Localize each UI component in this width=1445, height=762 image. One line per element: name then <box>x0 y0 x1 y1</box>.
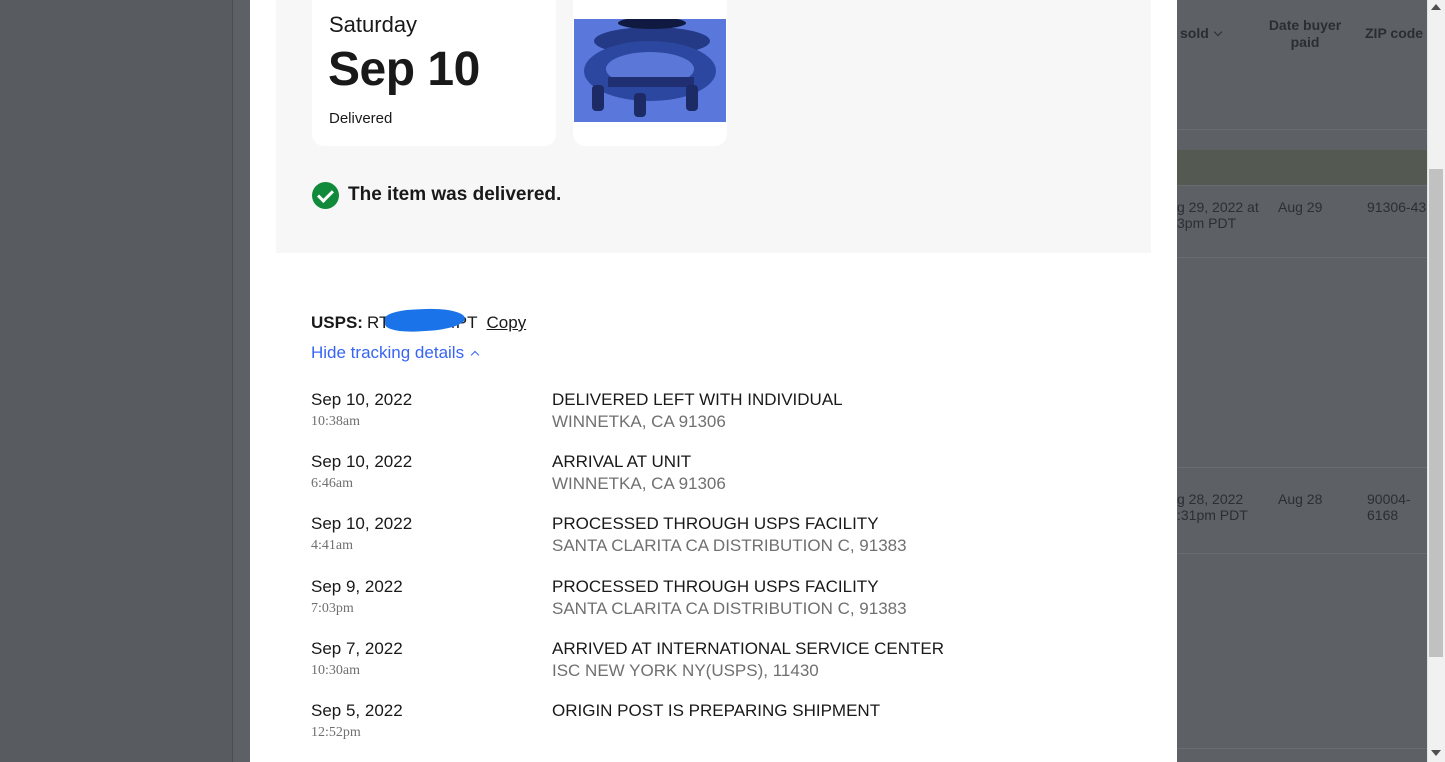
cell-date-sold: g 29, 2022 at <box>1177 199 1259 215</box>
event-status: PROCESSED THROUGH USPS FACILITY <box>552 577 879 596</box>
hide-tracking-details-label: Hide tracking details <box>311 343 465 362</box>
event-date: Sep 10, 2022 <box>311 390 413 409</box>
event-date: Sep 10, 2022 <box>311 514 413 533</box>
carrier-label: USPS: <box>311 313 363 332</box>
scroll-down-arrow-icon[interactable] <box>1431 750 1441 756</box>
event-status: PROCESSED THROUGH USPS FACILITY <box>552 514 879 533</box>
event-location: SANTA CLARITA CA DISTRIBUTION C, 91383 <box>552 599 907 618</box>
item-photo-icon <box>574 19 726 122</box>
col-header-zip-code: ZIP code <box>1365 25 1424 41</box>
cell-date-paid: Aug 29 <box>1278 199 1323 215</box>
cell-zip-line2: 6168 <box>1367 507 1399 523</box>
event-status: ORIGIN POST IS PREPARING SHIPMENT <box>552 701 881 720</box>
row-divider <box>1177 748 1427 749</box>
delivered-message: The item was delivered. <box>348 184 562 205</box>
event-time: 10:30am <box>311 663 360 678</box>
event-location: SANTA CLARITA CA DISTRIBUTION C, 91383 <box>552 536 907 555</box>
event-status: ARRIVED AT INTERNATIONAL SERVICE CENTER <box>552 639 945 658</box>
row-divider <box>1177 467 1427 468</box>
delivery-date-card: Saturday Sep 10 Delivered <box>312 0 556 146</box>
copy-tracking-link[interactable]: Copy <box>487 313 527 333</box>
tracking-event: Sep 10, 2022 6:46am ARRIVAL AT UNIT WINN… <box>311 452 1111 502</box>
col-header-date-buyer-paid: Date buyer paid <box>1268 17 1342 50</box>
event-time: 6:46am <box>311 476 353 491</box>
background-sidebar <box>0 0 232 762</box>
delivery-summary: Saturday Sep 10 Delivered The item was d… <box>276 0 1151 253</box>
event-date: Sep 9, 2022 <box>311 577 403 596</box>
tracking-event: Sep 10, 2022 10:38am DELIVERED LEFT WITH… <box>311 390 1111 440</box>
chevron-down-icon <box>1213 27 1223 37</box>
event-time: 12:52pm <box>311 725 361 740</box>
tracking-event: Sep 7, 2022 10:30am ARRIVED AT INTERNATI… <box>311 639 1111 689</box>
col-header-date-sold: sold <box>1180 25 1223 42</box>
event-status: ARRIVAL AT UNIT <box>552 452 692 471</box>
cell-zip: 91306-43 <box>1367 199 1427 215</box>
background-gutter <box>233 0 250 762</box>
section-band <box>1177 150 1427 185</box>
event-time: 10:38am <box>311 414 360 429</box>
tracking-number-row: USPS: RT4PT Copy <box>311 306 527 334</box>
event-date: Sep 5, 2022 <box>311 701 403 720</box>
cell-zip: 90004- 6168 <box>1367 491 1411 523</box>
tracking-event: Sep 5, 2022 12:52pm ORIGIN POST IS PREPA… <box>311 701 1111 751</box>
event-time: 4:41am <box>311 538 353 553</box>
table-row: g 29, 2022 at 3pm PDT <box>1177 199 1259 231</box>
event-location: ISC NEW YORK NY(USPS), 11430 <box>552 661 819 680</box>
delivery-date: Sep 10 <box>328 43 480 96</box>
scrollbar-thumb[interactable] <box>1429 169 1443 657</box>
delivery-day-of-week: Saturday <box>329 12 418 37</box>
check-circle-icon <box>312 181 339 209</box>
event-status: DELIVERED LEFT WITH INDIVIDUAL <box>552 390 843 409</box>
background-orders-table: sold Date buyer paid ZIP code g 29, 2022… <box>1177 0 1427 762</box>
cell-date-sold-time: :31pm PDT <box>1177 507 1248 523</box>
hide-tracking-details-link[interactable]: Hide tracking details <box>311 343 480 363</box>
delivered-confirmation: The item was delivered. <box>312 181 561 209</box>
cell-date-sold: g 28, 2022 <box>1177 491 1244 507</box>
item-thumbnail-card[interactable] <box>573 0 727 146</box>
item-thumbnail-image[interactable] <box>574 19 726 122</box>
tracking-number: RT4PT <box>367 306 478 334</box>
cell-date-paid: Aug 28 <box>1278 491 1323 507</box>
row-divider <box>1177 129 1427 130</box>
cell-zip-line1: 90004- <box>1367 491 1411 507</box>
row-divider <box>1177 185 1427 186</box>
chevron-up-icon <box>470 350 480 360</box>
row-divider <box>1177 553 1427 554</box>
event-location: WINNETKA, CA 91306 <box>552 474 726 493</box>
col-header-date-sold-label: sold <box>1180 25 1209 41</box>
event-date: Sep 7, 2022 <box>311 639 403 658</box>
delivery-status: Delivered <box>329 110 393 127</box>
tracking-dialog: Saturday Sep 10 Delivered The item was d… <box>250 0 1177 762</box>
table-row: g 28, 2022 :31pm PDT <box>1177 491 1248 523</box>
row-divider <box>1177 257 1427 258</box>
scroll-up-arrow-icon[interactable] <box>1431 4 1441 10</box>
cell-date-sold-time: 3pm PDT <box>1177 215 1237 231</box>
tracking-event: Sep 10, 2022 4:41am PROCESSED THROUGH US… <box>311 514 1111 564</box>
event-location: WINNETKA, CA 91306 <box>552 412 726 431</box>
event-time: 7:03pm <box>311 601 354 616</box>
event-date: Sep 10, 2022 <box>311 452 413 471</box>
tracking-event: Sep 9, 2022 7:03pm PROCESSED THROUGH USP… <box>311 577 1111 627</box>
